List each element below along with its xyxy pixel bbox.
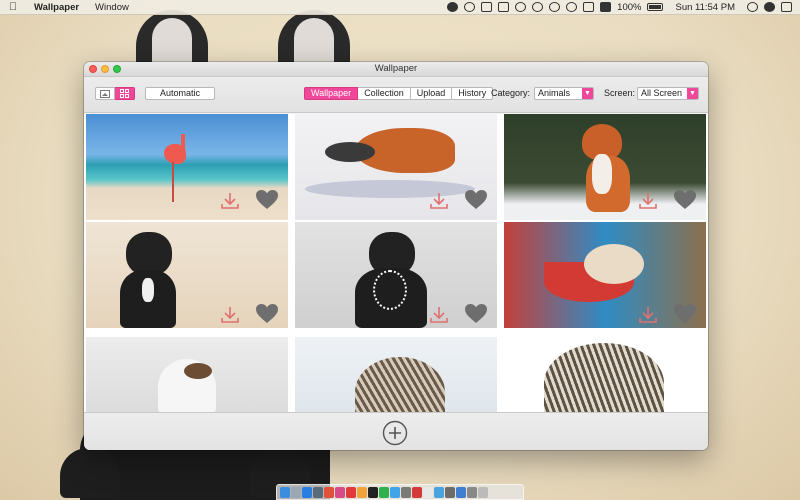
clock[interactable]: Sun 11:54 PM xyxy=(669,2,741,13)
desktop-dog-paw xyxy=(60,448,120,498)
fox-shadow xyxy=(305,180,475,198)
app-icon[interactable] xyxy=(401,486,411,498)
terminal-icon[interactable] xyxy=(368,486,378,498)
tab-upload[interactable]: Upload xyxy=(410,87,453,100)
app-icon[interactable] xyxy=(456,486,466,498)
heart-icon[interactable] xyxy=(673,303,697,324)
toolbar: Automatic Wallpaper Collection Upload Hi… xyxy=(84,77,708,113)
trash-icon[interactable] xyxy=(478,486,488,498)
pearl-necklace xyxy=(373,270,407,310)
app-icon[interactable] xyxy=(313,486,323,498)
volume-icon[interactable] xyxy=(600,2,612,12)
status-app-icon[interactable] xyxy=(481,2,493,12)
menu-bar:  Wallpaper Window 100% Sun 11:54 PM xyxy=(0,0,800,15)
status-app-icon[interactable] xyxy=(498,2,510,12)
wechat-icon[interactable] xyxy=(515,2,527,12)
menu-app-name[interactable]: Wallpaper xyxy=(26,2,87,13)
mouse-body xyxy=(584,244,644,284)
fox-chest xyxy=(592,154,612,194)
menu-window[interactable]: Window xyxy=(87,2,137,13)
battery-percent[interactable]: 100% xyxy=(617,2,641,13)
hedgehog-body xyxy=(544,343,664,412)
tab-history[interactable]: History xyxy=(452,87,494,100)
automatic-button[interactable]: Automatic xyxy=(145,87,215,100)
battery-icon[interactable] xyxy=(647,3,664,11)
category-select[interactable]: Animals ▼ xyxy=(534,87,594,100)
hedgehog-body xyxy=(355,357,445,412)
launchpad-icon[interactable] xyxy=(291,486,301,498)
display-icon[interactable] xyxy=(583,2,595,12)
title-bar: Wallpaper xyxy=(84,62,708,77)
tab-collection[interactable]: Collection xyxy=(358,87,411,100)
chevron-down-icon: ▼ xyxy=(582,88,593,99)
wallpaper-tile-hedgehog[interactable] xyxy=(504,337,706,412)
app-icon[interactable] xyxy=(390,486,400,498)
flamingo-leg xyxy=(172,162,174,202)
heart-icon[interactable] xyxy=(673,189,697,210)
window-title: Wallpaper xyxy=(374,63,418,74)
wallpaper-grid xyxy=(84,114,708,412)
wallpaper-tile-hedgehog-snow[interactable] xyxy=(295,337,497,412)
image-icon xyxy=(100,89,110,98)
siri-icon[interactable] xyxy=(764,2,775,12)
download-icon[interactable] xyxy=(638,192,658,210)
wifi-icon[interactable] xyxy=(566,2,578,12)
app-icon[interactable] xyxy=(445,486,455,498)
screen-label: Screen: xyxy=(604,88,636,98)
heart-icon[interactable] xyxy=(464,189,488,210)
safari-icon[interactable] xyxy=(302,486,312,498)
app-icon[interactable] xyxy=(423,486,433,498)
screen-select[interactable]: All Screen ▼ xyxy=(637,87,699,100)
chevron-down-icon: ▼ xyxy=(687,88,698,99)
download-icon[interactable] xyxy=(220,192,240,210)
status-app-icon[interactable] xyxy=(464,2,476,12)
heart-icon[interactable] xyxy=(255,189,279,210)
app-icon[interactable] xyxy=(357,486,367,498)
view-mode-toggle xyxy=(95,87,135,100)
tab-wallpaper[interactable]: Wallpaper xyxy=(304,87,359,100)
heart-icon[interactable] xyxy=(255,303,279,324)
finder-icon[interactable] xyxy=(280,486,290,498)
status-area: 100% Sun 11:54 PM xyxy=(447,2,800,13)
app-icon[interactable] xyxy=(434,486,444,498)
category-value: Animals xyxy=(538,88,571,98)
status-app-icon[interactable] xyxy=(447,2,459,12)
app-icon[interactable] xyxy=(335,486,345,498)
single-view-button[interactable] xyxy=(95,87,115,100)
app-icon[interactable] xyxy=(412,486,422,498)
bulldog-chest xyxy=(142,278,154,302)
wallpaper-window: Wallpaper Automatic Wallpaper Collection… xyxy=(84,62,708,450)
bluetooth-icon[interactable] xyxy=(549,2,561,12)
app-icon[interactable] xyxy=(346,486,356,498)
app-icon[interactable] xyxy=(324,486,334,498)
footer-bar xyxy=(84,412,708,450)
download-icon[interactable] xyxy=(638,306,658,324)
apple-icon[interactable]:  xyxy=(0,1,26,13)
tab-bar: Wallpaper Collection Upload History xyxy=(304,87,494,100)
grid-icon xyxy=(120,89,129,98)
guinea-pig-head xyxy=(184,363,212,379)
download-icon[interactable] xyxy=(429,306,449,324)
fox-tail xyxy=(325,142,375,162)
app-icon[interactable] xyxy=(379,486,389,498)
app-icon[interactable] xyxy=(467,486,477,498)
notification-center-icon[interactable] xyxy=(781,2,792,12)
screen-value: All Screen xyxy=(641,88,683,98)
grid-view-button[interactable] xyxy=(115,87,135,100)
search-icon[interactable] xyxy=(747,2,758,12)
heart-icon[interactable] xyxy=(464,303,488,324)
download-icon[interactable] xyxy=(220,306,240,324)
download-icon[interactable] xyxy=(429,192,449,210)
time-machine-icon[interactable] xyxy=(532,2,544,12)
wallpaper-tile-guinea-pig[interactable] xyxy=(86,337,288,412)
category-label: Category: xyxy=(491,88,531,98)
flamingo-neck xyxy=(181,134,185,154)
plus-circle-icon[interactable] xyxy=(382,420,408,446)
dock xyxy=(276,484,524,500)
